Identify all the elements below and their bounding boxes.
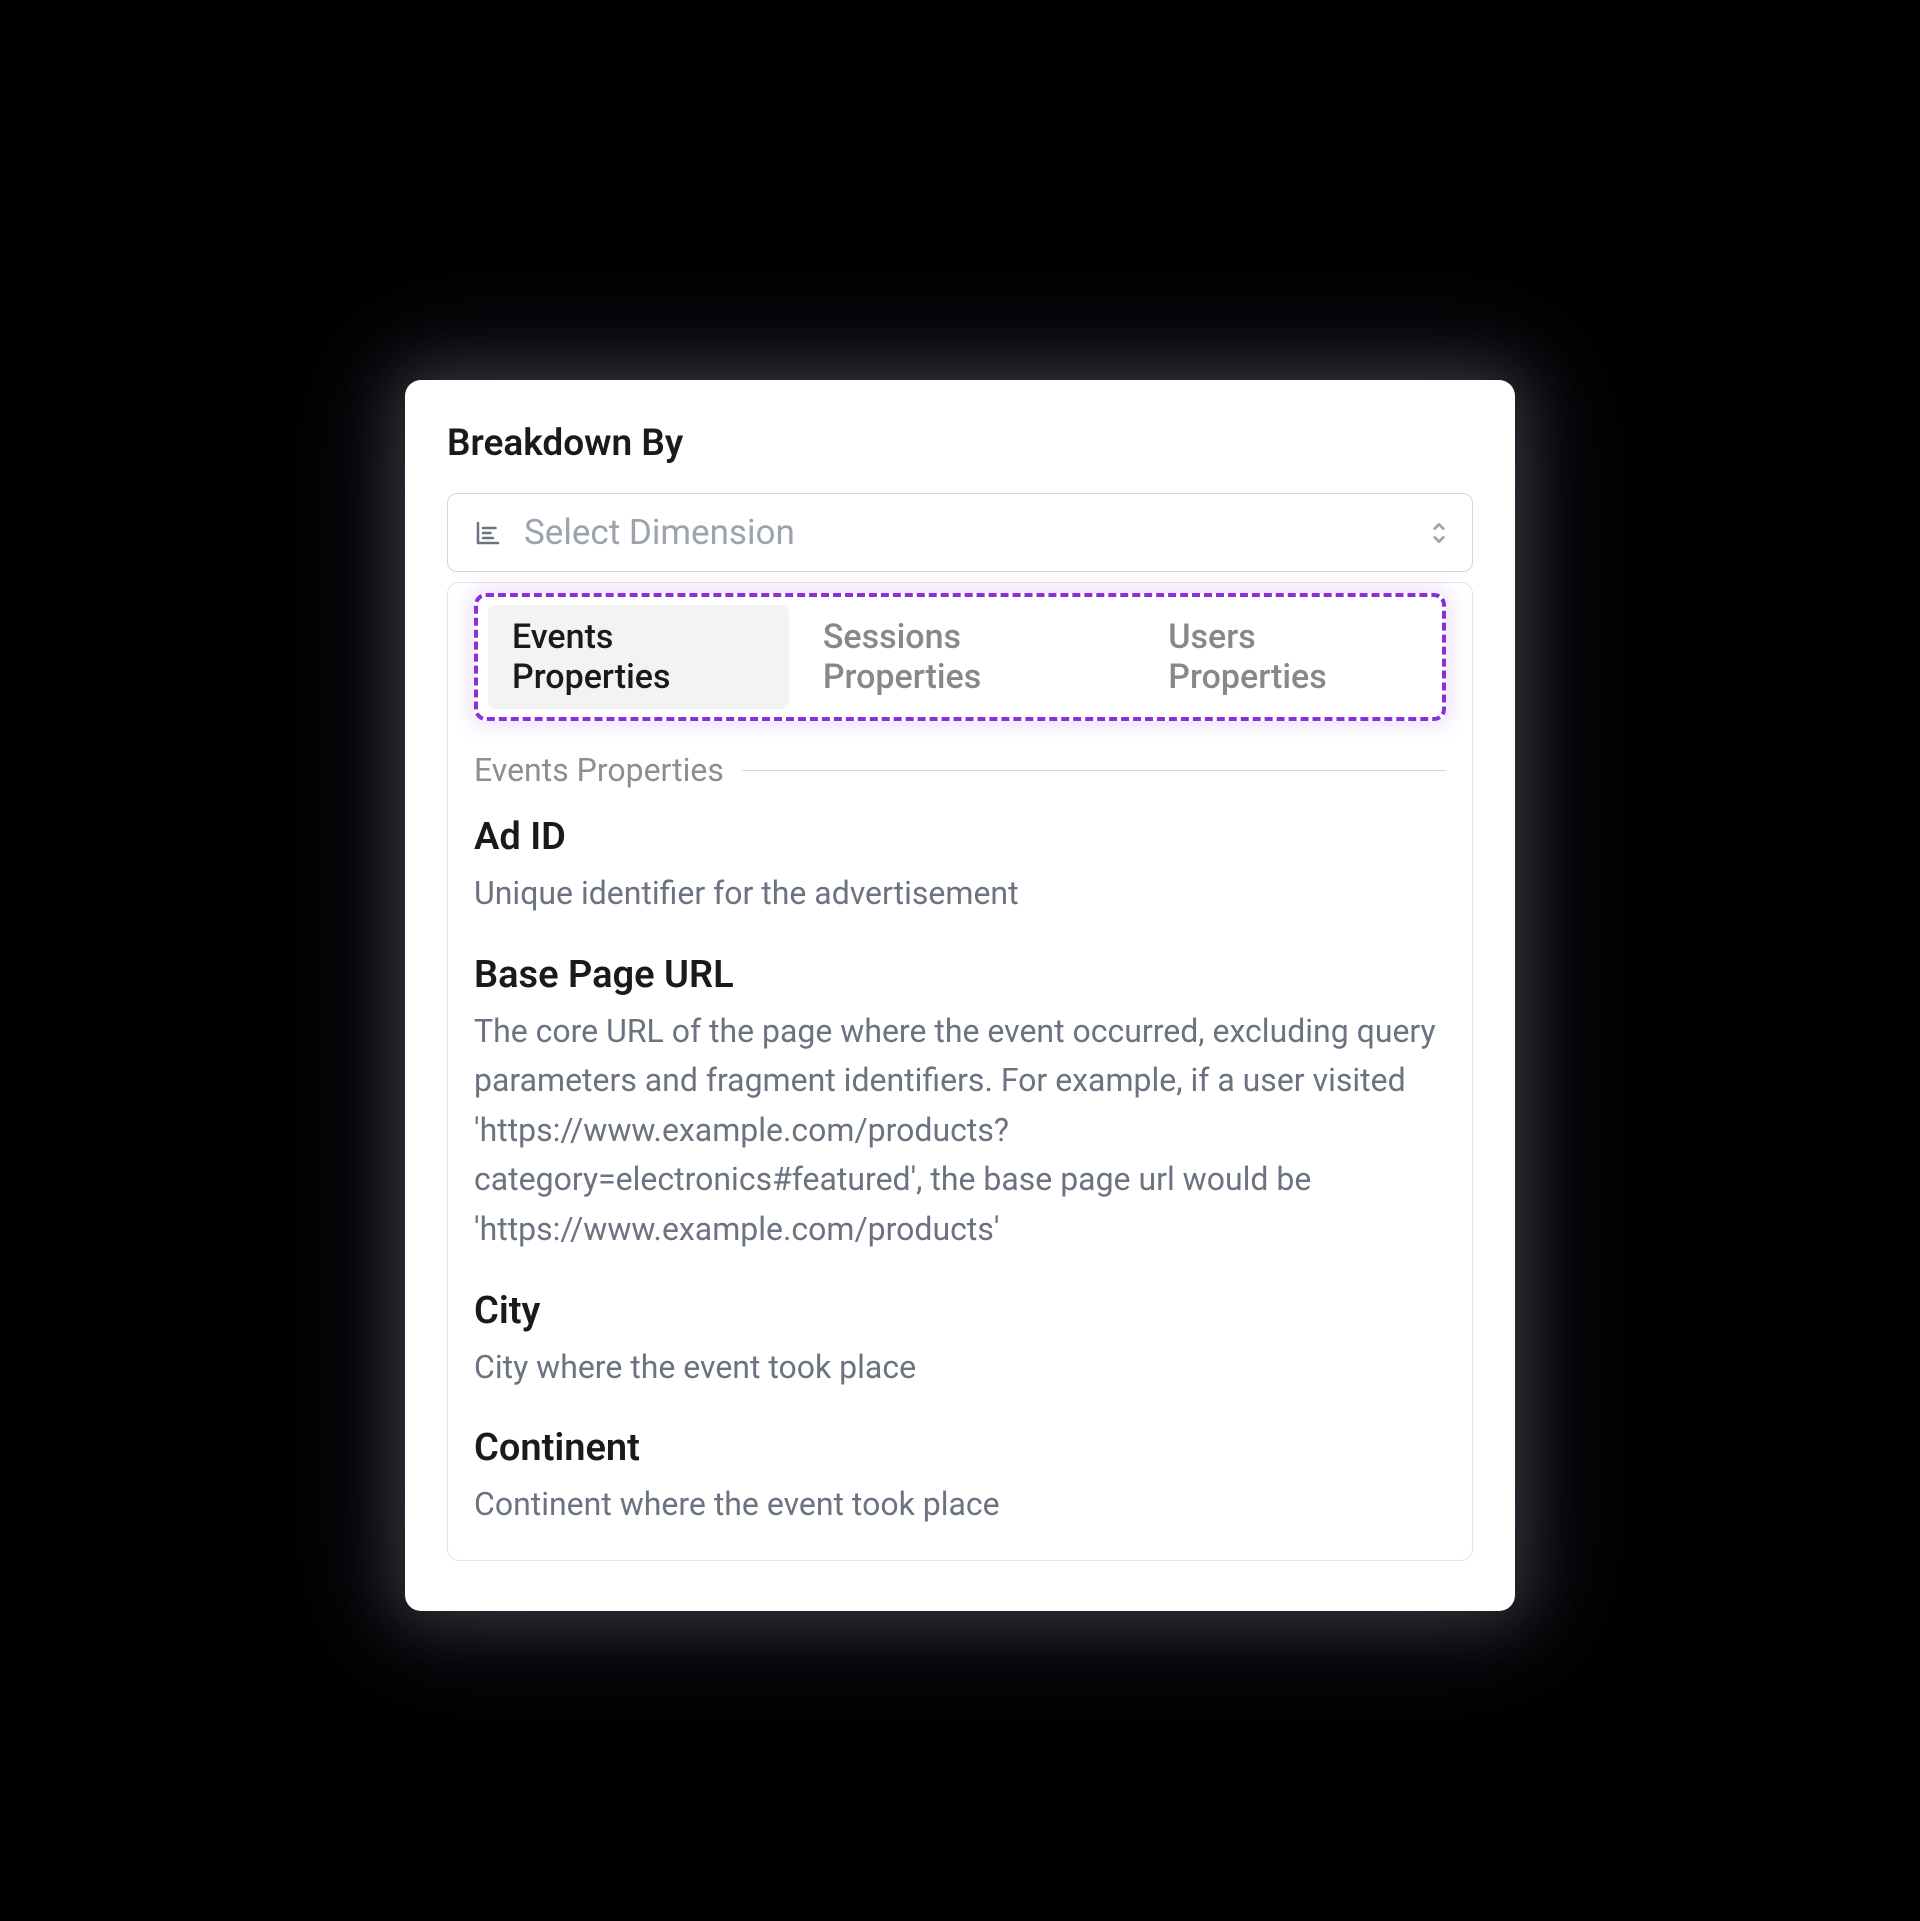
property-item-ad-id[interactable]: Ad ID Unique identifier for the advertis… xyxy=(474,815,1446,919)
tab-users-properties[interactable]: Users Properties xyxy=(1144,605,1432,709)
divider xyxy=(742,770,1446,771)
property-tabs: Events Properties Sessions Properties Us… xyxy=(474,593,1446,721)
property-description: Unique identifier for the advertisement xyxy=(474,869,1446,919)
section-label: Events Properties xyxy=(474,751,724,789)
select-placeholder: Select Dimension xyxy=(524,512,1430,553)
property-item-base-page-url[interactable]: Base Page URL The core URL of the page w… xyxy=(474,953,1446,1255)
section-header: Events Properties xyxy=(474,751,1446,789)
property-title: City xyxy=(474,1289,1446,1333)
property-item-city[interactable]: City City where the event took place xyxy=(474,1289,1446,1393)
tab-events-properties[interactable]: Events Properties xyxy=(488,605,789,709)
tab-sessions-properties[interactable]: Sessions Properties xyxy=(799,605,1134,709)
dimension-select[interactable]: Select Dimension xyxy=(447,493,1473,572)
property-title: Continent xyxy=(474,1426,1446,1470)
chevron-updown-icon xyxy=(1430,520,1448,546)
panel-title: Breakdown By xyxy=(447,422,1473,465)
property-description: Continent where the event took place xyxy=(474,1480,1446,1530)
property-title: Base Page URL xyxy=(474,953,1446,997)
breakdown-panel: Breakdown By Select Dimension xyxy=(405,380,1515,1611)
property-description: City where the event took place xyxy=(474,1343,1446,1393)
property-title: Ad ID xyxy=(474,815,1446,859)
property-description: The core URL of the page where the event… xyxy=(474,1007,1446,1255)
bar-chart-icon xyxy=(472,517,504,549)
property-item-continent[interactable]: Continent Continent where the event took… xyxy=(474,1426,1446,1530)
dropdown-panel: Events Properties Sessions Properties Us… xyxy=(447,582,1473,1561)
